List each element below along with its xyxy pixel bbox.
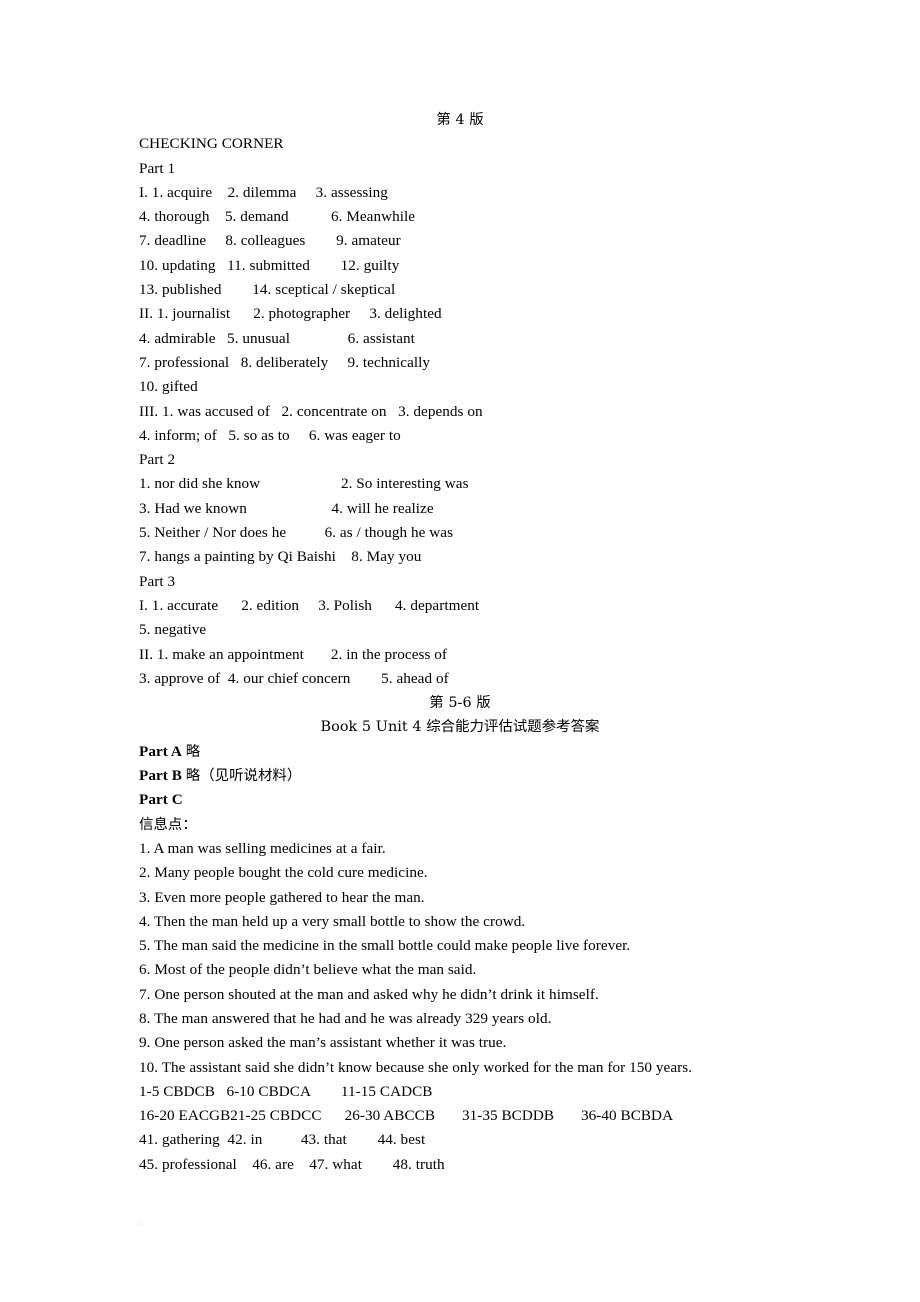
section-title: CHECKING CORNER <box>139 135 284 153</box>
info-point-item: 9. One person asked the man’s assistant … <box>139 1034 507 1052</box>
page-header-second-text: 第 5-6 版 <box>429 695 491 712</box>
answer-line: 5. Neither / Nor does he 6. as / though … <box>139 524 454 542</box>
info-points-label: 信息点： <box>139 816 197 833</box>
part-3-label: Part 3 <box>139 572 176 590</box>
info-point-item: 4. Then the man held up a very small bot… <box>139 912 526 930</box>
answer-line: 10. updating 11. submitted 12. guilty <box>139 256 400 274</box>
part-b-label: Part B <box>139 767 182 785</box>
scan-artifact <box>137 1220 143 1226</box>
answer-line: 7. professional 8. deliberately 9. techn… <box>139 353 431 371</box>
info-points-label-row: 信息点： <box>139 813 781 837</box>
info-point-item: 3. Even more people gathered to hear the… <box>139 888 425 906</box>
answer-line: 3. Had we known 4. will he realize <box>139 499 434 517</box>
exam-title-text: Book 5 Unit 4 综合能力评估试题参考答案 <box>320 719 600 736</box>
part-c-row: Part C <box>139 788 781 812</box>
page-header-second: 第 5-6 版 <box>139 691 781 715</box>
document-body: 第 4 版 CHECKING CORNER Part 1 I. 1. acqui… <box>139 108 781 1177</box>
answer-line: III. 1. was accused of 2. concentrate on… <box>139 402 483 420</box>
part-b-row: Part B 略（见听说材料） <box>139 764 781 788</box>
info-point-item: 7. One person shouted at the man and ask… <box>139 985 599 1003</box>
answer-line: 4. thorough 5. demand 6. Meanwhile <box>139 208 416 226</box>
part-b-value: 略（见听说材料） <box>185 768 302 785</box>
answer-line: II. 1. journalist 2. photographer 3. del… <box>139 305 442 323</box>
part-a-row: Part A 略 <box>139 740 781 764</box>
answer-line: I. 1. acquire 2. dilemma 3. assessing <box>139 183 388 201</box>
info-point-item: 2. Many people bought the cold cure medi… <box>139 864 428 882</box>
info-point-item: 5. The man said the medicine in the smal… <box>139 937 631 955</box>
exam-title: Book 5 Unit 4 综合能力评估试题参考答案 <box>139 715 781 739</box>
answer-line: 1. nor did she know 2. So interesting wa… <box>139 475 469 493</box>
info-point-item: 8. The man answered that he had and he w… <box>139 1009 552 1027</box>
answer-key-line: 1-5 CBDCB 6-10 CBDCA 11-15 CADCB <box>139 1082 433 1100</box>
page-header-top-text: 第 4 版 <box>436 112 484 128</box>
answer-line: 10. gifted <box>139 378 198 396</box>
part-a-value: 略 <box>185 743 201 760</box>
answer-line: 7. deadline 8. colleagues 9. amateur <box>139 232 401 250</box>
answer-line: 7. hangs a painting by Qi Baishi 8. May … <box>139 548 422 566</box>
info-point-item: 10. The assistant said she didn’t know b… <box>139 1058 693 1076</box>
answer-key-line: 45. professional 46. are 47. what 48. tr… <box>139 1155 445 1173</box>
part-a-label: Part A <box>139 742 182 760</box>
info-point-item: 6. Most of the people didn’t believe wha… <box>139 961 477 979</box>
answer-line: 4. inform; of 5. so as to 6. was eager t… <box>139 426 401 444</box>
answer-line: 4. admirable 5. unusual 6. assistant <box>139 329 415 347</box>
answer-line: 13. published 14. sceptical / skeptical <box>139 281 396 299</box>
answer-line: II. 1. make an appointment 2. in the pro… <box>139 645 448 663</box>
info-point-item: 1. A man was selling medicines at a fair… <box>139 839 386 857</box>
document-page: 第 4 版 CHECKING CORNER Part 1 I. 1. acqui… <box>0 0 920 1302</box>
answer-line: 5. negative <box>139 621 207 639</box>
page-header-top: 第 4 版 <box>139 108 781 132</box>
answer-line: 3. approve of 4. our chief concern 5. ah… <box>139 669 449 687</box>
answer-key-line: 41. gathering 42. in 43. that 44. best <box>139 1131 426 1149</box>
answer-line: I. 1. accurate 2. edition 3. Polish 4. d… <box>139 596 480 614</box>
part-1-label: Part 1 <box>139 159 176 177</box>
part-2-label: Part 2 <box>139 451 176 469</box>
part-c-label: Part C <box>139 791 183 809</box>
answer-key-line: 16-20 EACGB21-25 CBDCC 26-30 ABCCB 31-35… <box>139 1107 674 1125</box>
